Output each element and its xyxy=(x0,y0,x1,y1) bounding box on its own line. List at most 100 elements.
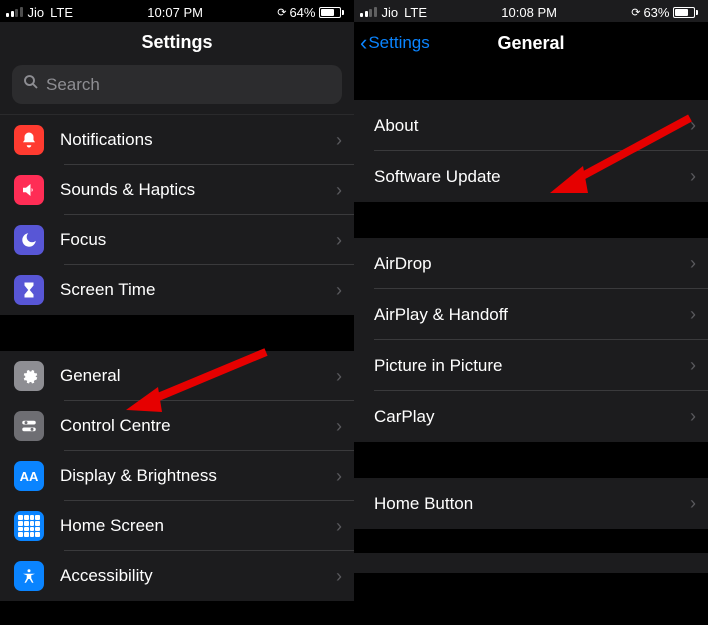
chevron-right-icon: › xyxy=(690,253,696,274)
row-general[interactable]: General › xyxy=(0,351,354,401)
network-type: LTE xyxy=(404,5,427,20)
chevron-right-icon: › xyxy=(690,493,696,514)
signal-icon xyxy=(6,7,23,17)
network-type: LTE xyxy=(50,5,73,20)
chevron-right-icon: › xyxy=(336,280,342,301)
row-label: Home Screen xyxy=(60,516,336,536)
status-bar: Jio LTE 10:08 PM ⟳ 63% xyxy=(354,0,708,22)
search-input[interactable]: Search xyxy=(12,65,342,104)
chevron-right-icon: › xyxy=(336,180,342,201)
status-left: Jio LTE xyxy=(360,5,427,20)
gear-icon xyxy=(14,361,44,391)
row-label: AirDrop xyxy=(374,254,690,274)
row-label: Control Centre xyxy=(60,416,336,436)
signal-icon xyxy=(360,7,377,17)
chevron-right-icon: › xyxy=(336,516,342,537)
general-section-3: Home Button › xyxy=(354,478,708,529)
text-size-icon: AA xyxy=(14,461,44,491)
time-label: 10:07 PM xyxy=(147,5,203,20)
chevron-right-icon: › xyxy=(690,355,696,376)
chevron-left-icon: ‹ xyxy=(360,32,367,54)
row-sounds-haptics[interactable]: Sounds & Haptics › xyxy=(0,165,354,215)
carrier-label: Jio xyxy=(28,5,45,20)
rotation-lock-icon: ⟳ xyxy=(277,6,286,19)
row-label: About xyxy=(374,116,690,136)
chevron-right-icon: › xyxy=(690,406,696,427)
row-screen-time[interactable]: Screen Time › xyxy=(0,265,354,315)
general-section-4-partial xyxy=(354,553,708,573)
row-label: Picture in Picture xyxy=(374,356,690,376)
row-label: AirPlay & Handoff xyxy=(374,305,690,325)
chevron-right-icon: › xyxy=(336,366,342,387)
time-label: 10:08 PM xyxy=(501,5,557,20)
bell-icon xyxy=(14,125,44,155)
settings-screen: Jio LTE 10:07 PM ⟳ 64% Settings Search xyxy=(0,0,354,625)
accessibility-icon xyxy=(14,561,44,591)
page-title-bar: Settings xyxy=(0,22,354,61)
section-gap xyxy=(354,202,708,238)
row-home-screen[interactable]: Home Screen › xyxy=(0,501,354,551)
page-title: General xyxy=(497,33,564,54)
general-section-2: AirDrop › AirPlay & Handoff › Picture in… xyxy=(354,238,708,442)
page-title: Settings xyxy=(0,32,354,53)
chevron-right-icon: › xyxy=(336,416,342,437)
row-control-centre[interactable]: Control Centre › xyxy=(0,401,354,451)
row-notifications[interactable]: Notifications › xyxy=(0,115,354,165)
section-gap xyxy=(354,529,708,553)
back-label: Settings xyxy=(368,33,429,53)
nav-bar: ‹ Settings General xyxy=(354,22,708,64)
row-airdrop[interactable]: AirDrop › xyxy=(354,238,708,289)
general-screen: Jio LTE 10:08 PM ⟳ 63% ‹ Settings Genera… xyxy=(354,0,708,625)
row-label: Screen Time xyxy=(60,280,336,300)
section-gap xyxy=(354,442,708,478)
row-display-brightness[interactable]: AA Display & Brightness › xyxy=(0,451,354,501)
carrier-label: Jio xyxy=(382,5,399,20)
row-about[interactable]: About › xyxy=(354,100,708,151)
search-placeholder: Search xyxy=(46,75,100,95)
chevron-right-icon: › xyxy=(336,230,342,251)
speaker-icon xyxy=(14,175,44,205)
general-section-1: About › Software Update › xyxy=(354,100,708,202)
chevron-right-icon: › xyxy=(690,304,696,325)
section-gap xyxy=(0,315,354,351)
chevron-right-icon: › xyxy=(690,115,696,136)
row-carplay[interactable]: CarPlay › xyxy=(354,391,708,442)
toggles-icon xyxy=(14,411,44,441)
row-picture-in-picture[interactable]: Picture in Picture › xyxy=(354,340,708,391)
search-icon xyxy=(22,73,40,96)
section-gap xyxy=(354,64,708,100)
battery-percent: 64% xyxy=(289,5,315,20)
row-label: Display & Brightness xyxy=(60,466,336,486)
row-label: Focus xyxy=(60,230,336,250)
hourglass-icon xyxy=(14,275,44,305)
status-right: ⟳ 64% xyxy=(277,5,344,20)
battery-icon xyxy=(672,7,698,18)
search-wrap: Search xyxy=(0,61,354,114)
status-left: Jio LTE xyxy=(6,5,73,20)
chevron-right-icon: › xyxy=(336,130,342,151)
chevron-right-icon: › xyxy=(336,466,342,487)
row-label: Sounds & Haptics xyxy=(60,180,336,200)
row-home-button[interactable]: Home Button › xyxy=(354,478,708,529)
row-label: Home Button xyxy=(374,494,690,514)
settings-section-1: Notifications › Sounds & Haptics › Focus… xyxy=(0,114,354,315)
status-bar: Jio LTE 10:07 PM ⟳ 64% xyxy=(0,0,354,22)
chevron-right-icon: › xyxy=(336,566,342,587)
app-grid-icon xyxy=(14,511,44,541)
row-accessibility[interactable]: Accessibility › xyxy=(0,551,354,601)
row-label: General xyxy=(60,366,336,386)
battery-percent: 63% xyxy=(643,5,669,20)
status-right: ⟳ 63% xyxy=(631,5,698,20)
chevron-right-icon: › xyxy=(690,166,696,187)
rotation-lock-icon: ⟳ xyxy=(631,6,640,19)
row-focus[interactable]: Focus › xyxy=(0,215,354,265)
row-label: Software Update xyxy=(374,167,690,187)
row-software-update[interactable]: Software Update › xyxy=(354,151,708,202)
row-airplay-handoff[interactable]: AirPlay & Handoff › xyxy=(354,289,708,340)
back-button[interactable]: ‹ Settings xyxy=(360,32,430,54)
row-label: Accessibility xyxy=(60,566,336,586)
settings-section-2: General › Control Centre › AA Display & … xyxy=(0,351,354,601)
battery-icon xyxy=(318,7,344,18)
moon-icon xyxy=(14,225,44,255)
row-label: CarPlay xyxy=(374,407,690,427)
